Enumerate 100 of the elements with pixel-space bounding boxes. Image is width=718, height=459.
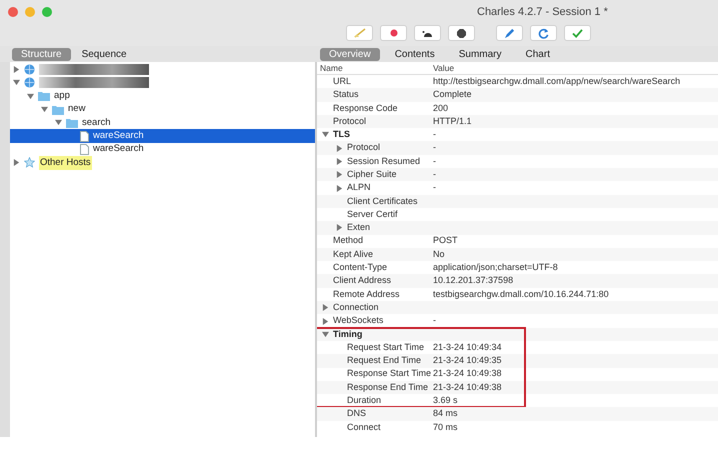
tree-label: search: [82, 116, 111, 130]
property-value: -: [433, 181, 436, 194]
property-name: Connection: [333, 300, 379, 314]
tab[interactable]: Sequence: [72, 48, 136, 60]
property-value: -: [433, 154, 436, 168]
document-icon: [80, 130, 89, 142]
property-name: Timing: [333, 328, 362, 341]
pen-icon: [504, 28, 515, 38]
tree-item[interactable]: wareSearch: [10, 129, 315, 143]
property-name: TLS: [333, 128, 350, 142]
broom-icon: [354, 28, 366, 38]
tab[interactable]: Contents: [386, 48, 444, 60]
property-name: Status: [333, 88, 359, 102]
property-value: Complete: [433, 88, 472, 102]
expand-triangle-icon[interactable]: [336, 144, 343, 152]
tree-label: app: [54, 89, 70, 104]
star-icon: [24, 157, 35, 168]
record-icon: [390, 29, 398, 37]
tree-item[interactable]: wareSearch: [10, 142, 315, 156]
property-name: Client Certificates: [347, 194, 418, 208]
collapse-triangle-icon[interactable]: [55, 119, 62, 126]
expand-triangle-icon[interactable]: [336, 184, 343, 192]
collapse-triangle-icon[interactable]: [322, 131, 329, 138]
property-value: 21-3-24 10:49:35: [433, 354, 502, 368]
property-value: 21-3-24 10:49:38: [433, 380, 502, 394]
collapse-triangle-icon[interactable]: [322, 330, 329, 338]
property-value: -: [433, 168, 436, 181]
collapse-triangle-icon[interactable]: [27, 92, 34, 100]
property-value: 84 ms: [433, 407, 458, 420]
tree-item[interactable]: new: [10, 102, 315, 116]
property-value: No: [433, 248, 445, 261]
refresh-icon: [538, 28, 549, 38]
column-header: Value: [433, 62, 454, 74]
property-name: Session Resumed: [347, 154, 420, 168]
property-value: 10.12.201.37:37598: [433, 274, 514, 288]
property-value: -: [433, 128, 436, 142]
property-value: application/json;charset=UTF-8: [433, 261, 558, 274]
property-name: Exten: [347, 221, 370, 234]
tree-item[interactable]: Other Hosts: [10, 156, 315, 170]
globe-icon: [24, 64, 35, 76]
collapse-triangle-icon[interactable]: [41, 106, 48, 114]
turtle-icon: [422, 29, 434, 37]
property-name: Response End Time: [347, 380, 428, 394]
property-value: HTTP/1.1: [433, 114, 472, 128]
tab[interactable]: Summary: [450, 48, 511, 60]
check-icon: [572, 28, 583, 38]
property-value: 21-3-24 10:49:34: [433, 340, 502, 354]
property-name: Request Start Time: [347, 340, 424, 354]
property-name: Duration: [347, 394, 382, 408]
toolbar-button[interactable]: [448, 25, 475, 41]
toolbar-button[interactable]: [414, 25, 441, 41]
property-name: Request End Time: [347, 354, 422, 368]
close-button[interactable]: [8, 7, 18, 17]
property-value: POST: [433, 234, 458, 248]
folder-icon: [52, 104, 64, 115]
property-name: ALPN: [347, 181, 371, 194]
tree-label: wareSearch: [93, 142, 144, 156]
property-value: 200: [433, 102, 448, 114]
property-value: -: [433, 314, 436, 328]
property-name: Response Code: [333, 102, 398, 115]
property-name: Connect: [347, 420, 381, 434]
expand-triangle-icon[interactable]: [13, 159, 20, 166]
property-name: DNS: [347, 407, 366, 420]
expand-triangle-icon[interactable]: [336, 171, 343, 178]
property-name: Server Certif: [347, 208, 398, 221]
document-icon: [80, 144, 89, 155]
property-name: Remote Address: [333, 288, 400, 301]
property-value: -: [433, 141, 436, 154]
expand-triangle-icon[interactable]: [322, 304, 329, 312]
tree-label: new: [68, 102, 86, 116]
collapse-triangle-icon[interactable]: [13, 79, 20, 86]
property-name: Method: [333, 234, 364, 248]
property-value: http://testbigsearchgw.dmall.com/app/new/search/wareSearch: [433, 74, 680, 88]
property-name: Client Address: [333, 274, 392, 288]
property-name: Cipher Suite: [347, 168, 397, 181]
property-name: Protocol: [347, 141, 380, 154]
expand-triangle-icon[interactable]: [336, 224, 343, 232]
property-name: Kept Alive: [333, 248, 374, 261]
expand-triangle-icon[interactable]: [322, 318, 329, 324]
expand-triangle-icon[interactable]: [13, 66, 20, 74]
property-value: 70 ms: [433, 420, 458, 434]
property-name: Response Start Time: [347, 367, 432, 380]
folder-icon: [38, 91, 50, 102]
tree-label: wareSearch: [93, 129, 144, 144]
window-title: Charles 4.2.7 - Session 1 *: [477, 4, 608, 20]
tree-item[interactable]: app: [10, 90, 315, 103]
property-name: WebSockets: [333, 314, 384, 328]
expand-triangle-icon[interactable]: [336, 158, 343, 165]
column-header: Name: [319, 62, 344, 74]
property-value: testbigsearchgw.dmall.com/10.16.244.71:80: [433, 288, 609, 301]
globe-icon: [24, 77, 35, 88]
stop-icon: [457, 28, 466, 38]
property-name: Content-Type: [333, 261, 388, 274]
tree-label: Other Hosts: [39, 156, 92, 170]
tree-item[interactable]: search: [10, 116, 315, 130]
tab[interactable]: Chart: [516, 48, 559, 60]
property-value: 21-3-24 10:49:38: [433, 367, 502, 380]
property-value: 3.69 s: [433, 394, 458, 408]
property-name: Protocol: [333, 114, 366, 128]
property-name: URL: [333, 74, 352, 88]
